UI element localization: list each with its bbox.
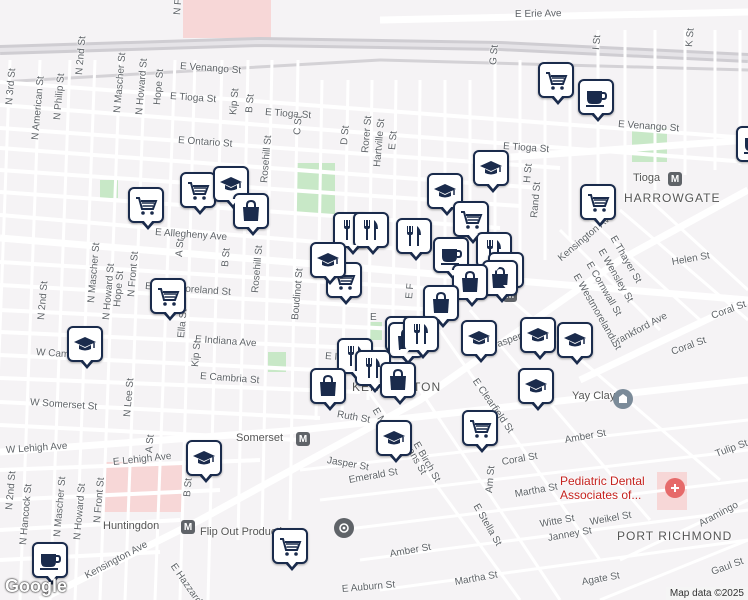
shopping-marker-icon[interactable] <box>380 362 416 405</box>
metro-station-icon[interactable]: M <box>181 520 195 534</box>
school-marker-icon[interactable] <box>557 322 593 365</box>
school-marker-icon[interactable] <box>473 150 509 193</box>
neighborhood-label: PORT RICHMOND <box>617 529 733 543</box>
google-logo: Google <box>5 576 67 596</box>
entertainment-pin-icon[interactable] <box>334 518 354 538</box>
street-label: E <box>370 312 377 323</box>
grocery-marker-icon[interactable] <box>128 187 164 230</box>
street-label: E Erie Ave <box>514 8 562 20</box>
cafe-marker-icon[interactable] <box>32 542 68 585</box>
station-label: Huntingdon <box>103 520 160 532</box>
street-label: A St <box>144 434 157 454</box>
restaurant-marker-icon[interactable] <box>396 218 432 261</box>
poi-label: Associates of... <box>560 488 642 502</box>
cafe-marker-icon[interactable] <box>736 126 748 162</box>
street-label: H St <box>522 163 535 184</box>
grocery-marker-icon[interactable] <box>538 62 574 105</box>
metro-station-icon[interactable]: M <box>668 172 682 186</box>
school-marker-icon[interactable] <box>520 317 556 360</box>
grocery-marker-icon[interactable] <box>580 184 616 227</box>
restaurant-marker-icon[interactable] <box>353 212 389 255</box>
grocery-marker-icon[interactable] <box>150 278 186 321</box>
map-attribution[interactable]: Map data ©2025 <box>665 587 748 600</box>
grocery-marker-icon[interactable] <box>462 410 498 453</box>
street-label: E F <box>404 282 417 300</box>
map-canvas[interactable]: E Erie Ave E Venango St E Tioga St E Tio… <box>0 0 748 600</box>
street-label: C St <box>292 115 305 136</box>
hospital-pin-icon[interactable] <box>665 478 685 498</box>
street-label: I St <box>591 34 604 51</box>
street-label: B St <box>220 247 233 268</box>
shopping-marker-icon[interactable] <box>233 193 269 236</box>
school-marker-icon[interactable] <box>67 326 103 369</box>
shopping-marker-icon[interactable] <box>310 368 346 411</box>
school-marker-icon[interactable] <box>518 368 554 411</box>
grocery-marker-icon[interactable] <box>180 172 216 215</box>
grocery-marker-icon[interactable] <box>272 528 308 571</box>
station-label: Tioga <box>633 172 661 184</box>
metro-station-icon[interactable]: M <box>296 432 310 446</box>
neighborhood-label: HARROWGATE <box>624 191 721 205</box>
school-marker-icon[interactable] <box>461 320 497 363</box>
poi-label: Pediatric Dental <box>560 474 645 488</box>
shop-pin-icon[interactable] <box>613 389 633 409</box>
station-label: Somerset <box>236 432 284 444</box>
street-label: E I <box>324 351 338 363</box>
hospital-area <box>183 0 271 38</box>
school-marker-icon[interactable] <box>376 420 412 463</box>
street-label: G St <box>488 44 501 66</box>
cafe-marker-icon[interactable] <box>578 79 614 122</box>
restaurant-marker-icon[interactable] <box>403 316 439 359</box>
school-marker-icon[interactable] <box>186 440 222 483</box>
poi-label: Yay Clay <box>572 390 616 402</box>
hospital-area <box>104 462 182 512</box>
school-marker-icon[interactable] <box>310 242 346 285</box>
street-label: E St <box>387 130 400 151</box>
street-label: B St <box>244 93 257 114</box>
street-label: K St <box>684 27 697 48</box>
street-label: B St <box>182 477 195 498</box>
street-label: D St <box>339 125 352 146</box>
street-label: A St <box>174 238 187 258</box>
